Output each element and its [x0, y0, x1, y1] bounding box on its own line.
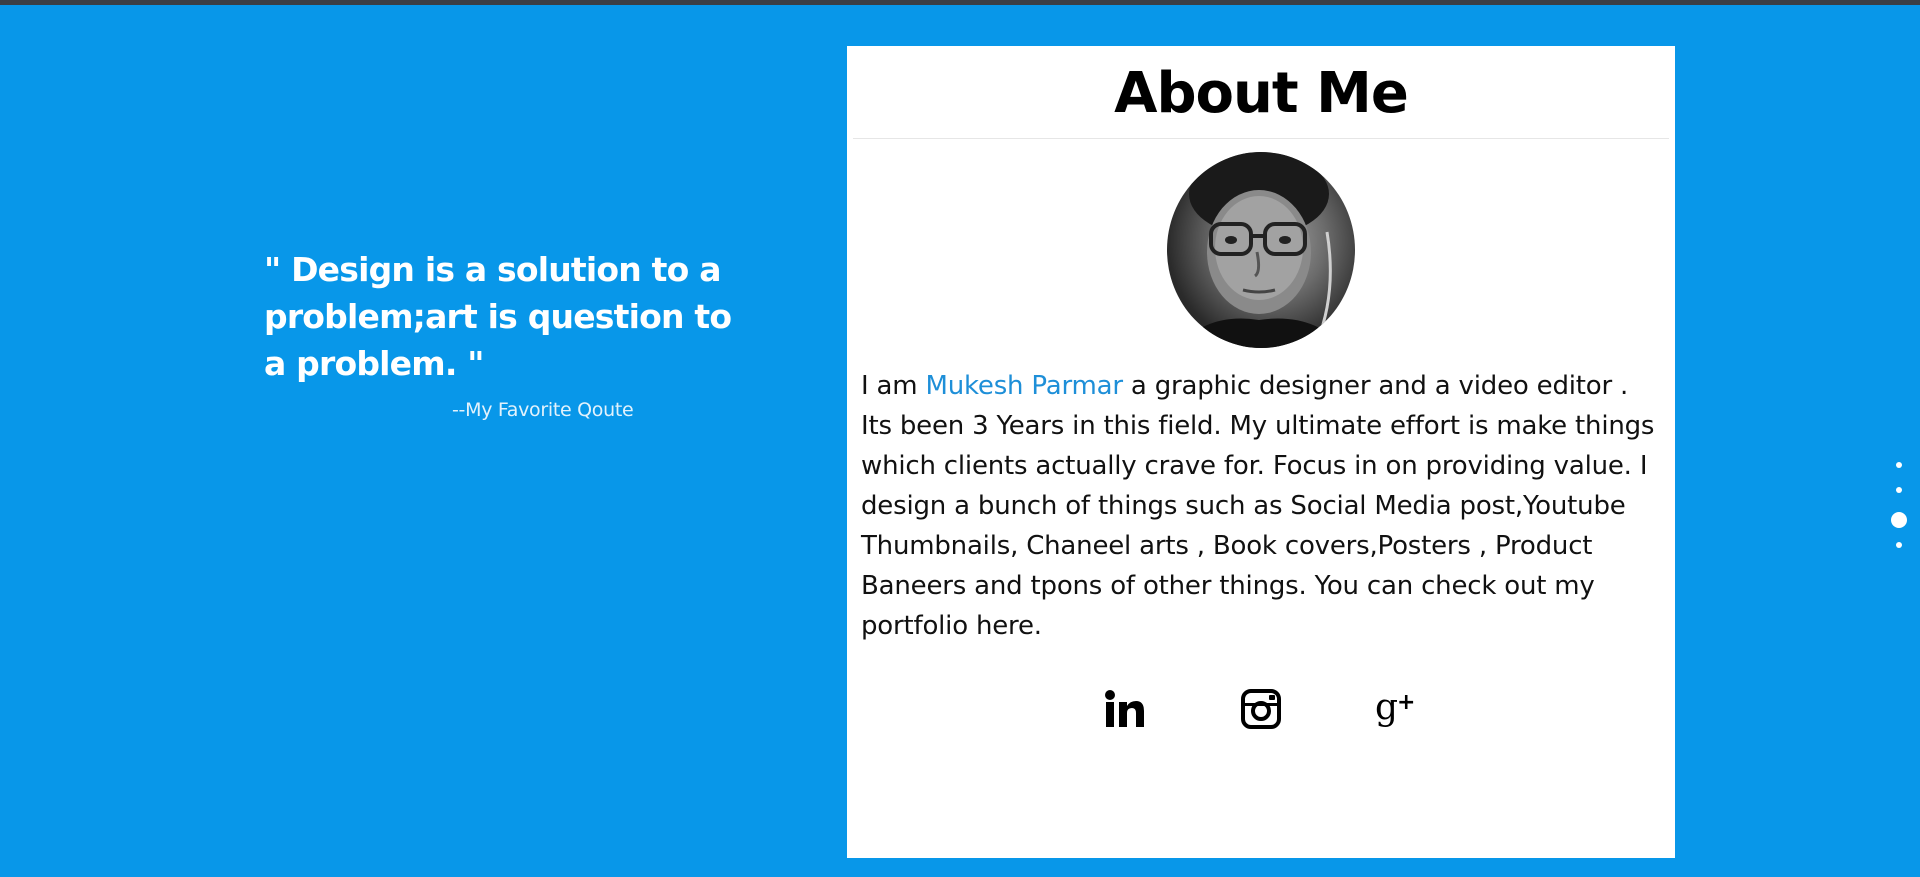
title-divider: [853, 138, 1669, 139]
browser-top-bar: [0, 0, 1920, 5]
bio-prefix: I am: [861, 371, 926, 401]
google-plus-icon: g +: [1375, 689, 1415, 728]
google-plus-link[interactable]: g +: [1374, 686, 1420, 732]
bio-rest: a graphic designer and a video editor . …: [861, 371, 1655, 641]
instagram-link[interactable]: [1238, 686, 1284, 732]
page-dot-4[interactable]: [1896, 542, 1902, 548]
quote-text: " Design is a solution to a problem;art …: [264, 250, 732, 383]
quote-author: --My Favorite Qoute: [452, 399, 634, 421]
page-dot-3-active[interactable]: [1891, 512, 1907, 528]
page-title: About Me: [1114, 61, 1409, 126]
linkedin-link[interactable]: [1102, 686, 1148, 732]
page-dot-2[interactable]: [1896, 487, 1902, 493]
avatar: [1167, 152, 1355, 348]
svg-text:+: +: [1397, 690, 1415, 715]
instagram-icon: [1241, 689, 1281, 729]
author-name-link[interactable]: Mukesh Parmar: [925, 371, 1123, 401]
page-dot-1[interactable]: [1896, 462, 1902, 468]
bio-paragraph: I am Mukesh Parmar a graphic designer an…: [861, 366, 1661, 646]
favorite-quote: " Design is a solution to a problem;art …: [264, 246, 744, 421]
section-pagination: [1889, 462, 1909, 567]
svg-text:g: g: [1375, 689, 1398, 728]
linkedin-icon: [1105, 690, 1144, 727]
social-links: g +: [847, 686, 1675, 732]
about-me-card: About Me I am Mukesh Parmar a graphic de…: [847, 46, 1675, 858]
profile-photo: [1177, 152, 1345, 348]
